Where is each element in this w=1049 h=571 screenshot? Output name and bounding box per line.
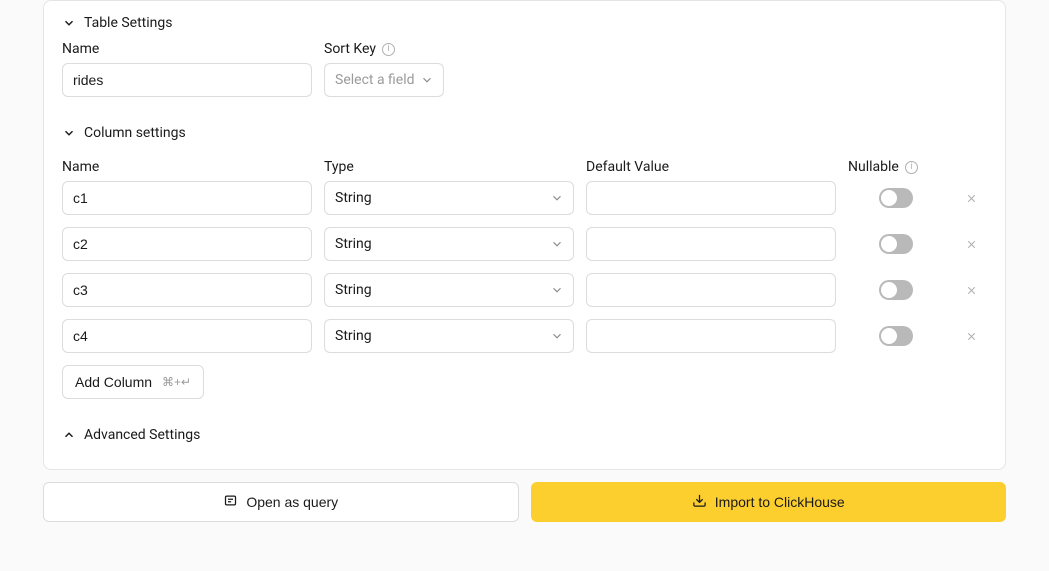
col-header-type: Type [324, 159, 574, 175]
delete-column-button[interactable] [955, 192, 987, 205]
sort-key-select[interactable]: Select a field [324, 63, 444, 97]
nullable-toggle[interactable] [879, 234, 913, 254]
col-header-name: Name [62, 159, 312, 175]
sort-key-placeholder: Select a field [324, 63, 444, 97]
advanced-settings-title: Advanced Settings [84, 427, 200, 443]
col-header-nullable: Nullable i [848, 159, 943, 175]
query-icon [223, 493, 238, 511]
info-icon: i [905, 161, 918, 174]
column-type-value: String [324, 273, 574, 307]
column-settings-body: Name Type Default Value Nullable i Strin… [44, 147, 1005, 413]
column-name-input[interactable] [62, 227, 312, 261]
nullable-toggle[interactable] [879, 188, 913, 208]
chevron-right-icon [62, 428, 76, 442]
import-label: Import to ClickHouse [715, 494, 845, 510]
column-type-select[interactable]: String [324, 319, 574, 353]
column-default-input[interactable] [586, 273, 836, 307]
column-name-input[interactable] [62, 319, 312, 353]
advanced-settings-header[interactable]: Advanced Settings [44, 413, 1005, 457]
table-settings-header[interactable]: Table Settings [44, 1, 1005, 37]
add-column-button[interactable]: Add Column ⌘+↵ [62, 365, 204, 399]
column-name-input[interactable] [62, 273, 312, 307]
delete-column-button[interactable] [955, 238, 987, 251]
table-settings-body: Name Sort Key i Select a field [44, 37, 1005, 111]
column-type-value: String [324, 181, 574, 215]
chevron-down-icon [62, 16, 76, 30]
import-icon [692, 493, 707, 511]
col-header-default: Default Value [586, 159, 836, 175]
add-column-label: Add Column [75, 374, 152, 390]
column-type-select[interactable]: String [324, 273, 574, 307]
open-as-query-label: Open as query [246, 494, 338, 510]
column-type-value: String [324, 227, 574, 261]
settings-panel: Table Settings Name Sort Key i Select a … [43, 0, 1006, 470]
column-type-select[interactable]: String [324, 227, 574, 261]
column-settings-header[interactable]: Column settings [44, 111, 1005, 147]
nullable-toggle[interactable] [879, 280, 913, 300]
info-icon: i [382, 43, 395, 56]
add-column-shortcut: ⌘+↵ [162, 375, 191, 389]
nullable-toggle[interactable] [879, 326, 913, 346]
footer: Open as query Import to ClickHouse [43, 482, 1006, 522]
column-name-input[interactable] [62, 181, 312, 215]
table-name-input[interactable] [62, 63, 312, 97]
column-default-input[interactable] [586, 227, 836, 261]
sort-key-label: Sort Key i [324, 41, 444, 57]
column-settings-title: Column settings [84, 125, 186, 141]
chevron-down-icon [62, 126, 76, 140]
sort-key-label-text: Sort Key [324, 41, 376, 57]
column-default-input[interactable] [586, 181, 836, 215]
name-label: Name [62, 41, 312, 57]
column-default-input[interactable] [586, 319, 836, 353]
import-button[interactable]: Import to ClickHouse [531, 482, 1007, 522]
table-settings-title: Table Settings [84, 15, 172, 31]
column-type-value: String [324, 319, 574, 353]
open-as-query-button[interactable]: Open as query [43, 482, 519, 522]
col-header-nullable-text: Nullable [848, 159, 899, 175]
column-type-select[interactable]: String [324, 181, 574, 215]
delete-column-button[interactable] [955, 284, 987, 297]
delete-column-button[interactable] [955, 330, 987, 343]
